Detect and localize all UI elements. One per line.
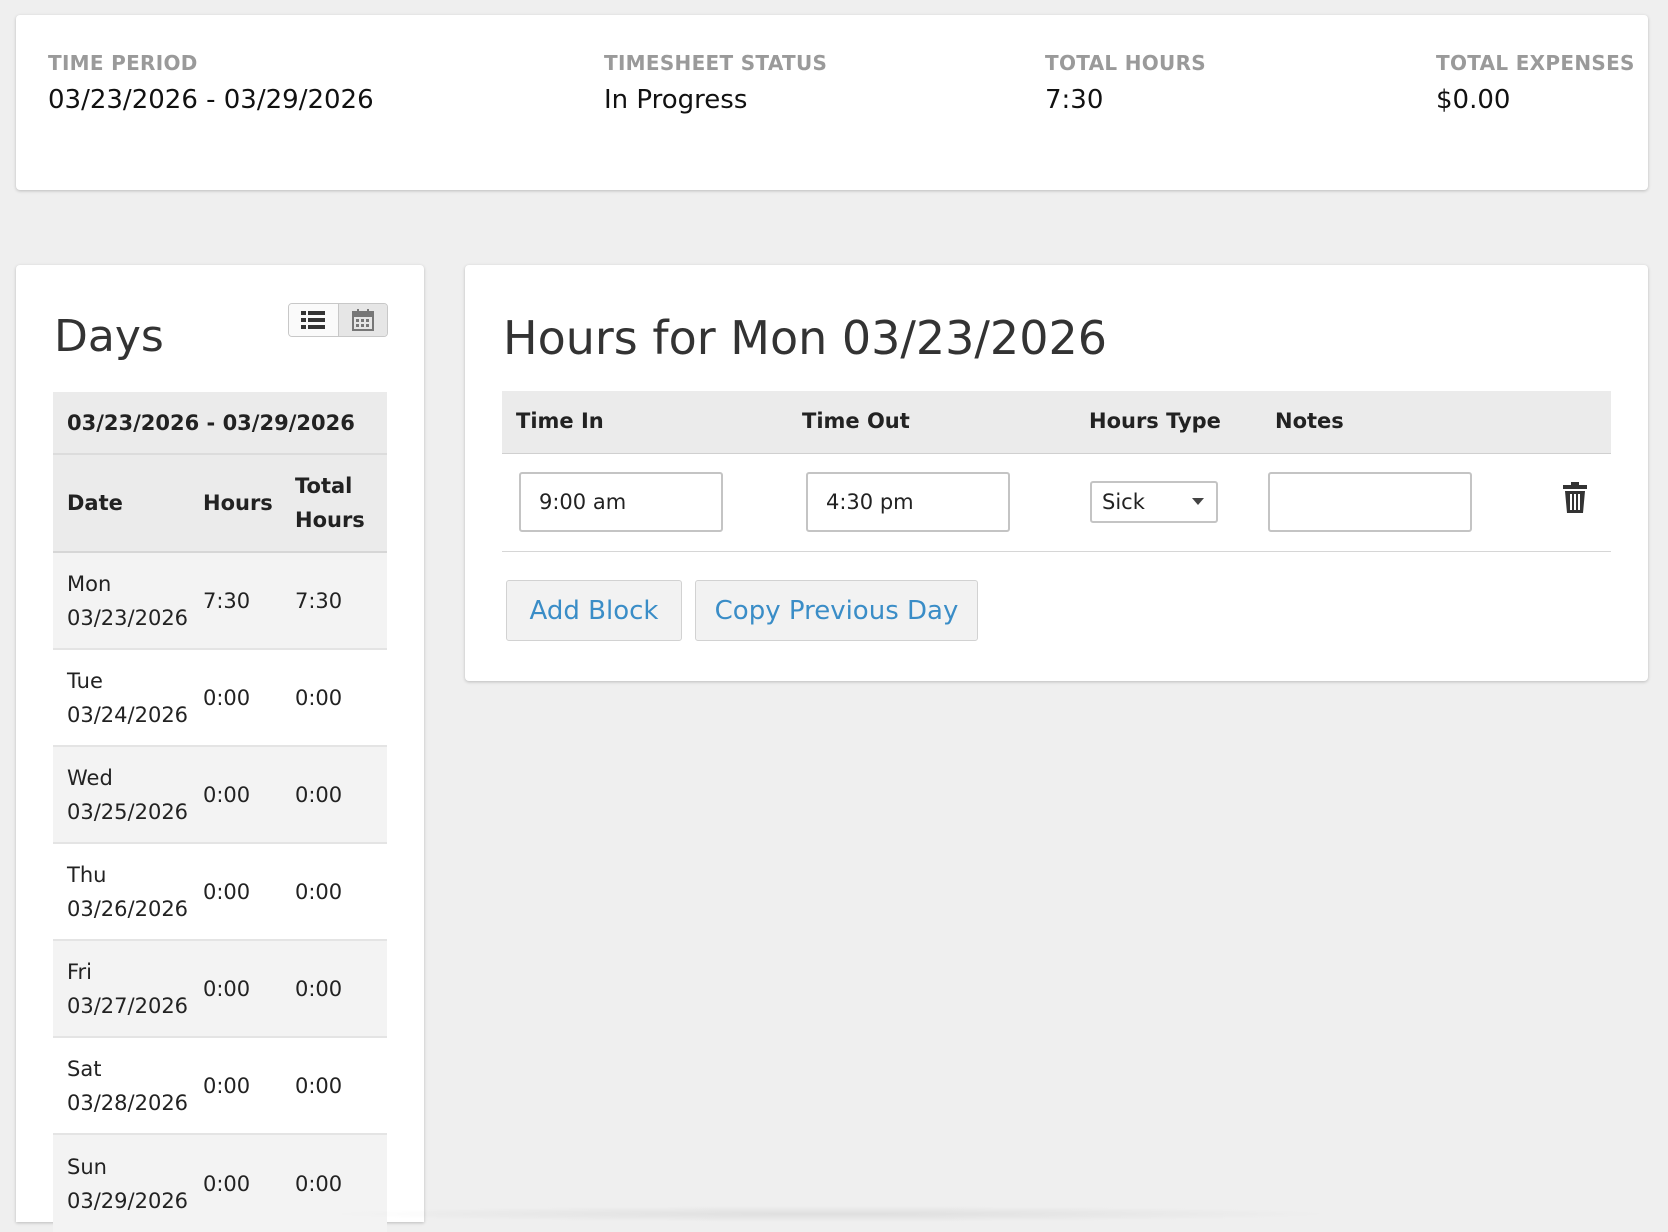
day-row-wed[interactable]: Wed 03/25/2026 0:00 0:00 bbox=[53, 747, 387, 844]
add-block-button[interactable]: Add Block bbox=[506, 580, 682, 641]
day-total-hours: 0:00 bbox=[295, 976, 343, 1001]
scroll-shadow bbox=[320, 1206, 1340, 1222]
calendar-view-button[interactable] bbox=[337, 304, 387, 336]
total-expenses-value: $0.00 bbox=[1436, 85, 1511, 115]
hours-column-header: Hours bbox=[203, 491, 273, 515]
day-date: 03/24/2026 bbox=[67, 702, 189, 727]
timesheet-summary-card: TIME PERIOD 03/23/2026 - 03/29/2026 TIME… bbox=[16, 15, 1648, 190]
day-name: Mon bbox=[67, 571, 112, 596]
time-period-label: TIME PERIOD bbox=[48, 51, 198, 75]
day-hours: 0:00 bbox=[203, 1073, 251, 1098]
day-hours: 7:30 bbox=[203, 588, 251, 613]
time-in-header: Time In bbox=[516, 409, 604, 433]
total-hours-column-header: Total Hours bbox=[295, 469, 387, 537]
day-total-hours: 0:00 bbox=[295, 782, 343, 807]
hours-title: Hours for Mon 03/23/2026 bbox=[503, 311, 1107, 365]
caret-down-icon bbox=[1192, 498, 1204, 505]
day-date: 03/28/2026 bbox=[67, 1090, 189, 1115]
day-name: Wed bbox=[67, 765, 113, 790]
day-name: Fri bbox=[67, 959, 93, 984]
hours-table-header: Time In Time Out Hours Type Notes bbox=[502, 391, 1611, 454]
time-period-value: 03/23/2026 - 03/29/2026 bbox=[48, 85, 374, 115]
day-total-hours: 7:30 bbox=[295, 588, 343, 613]
time-block-row: Sick bbox=[502, 454, 1611, 552]
day-date-cell: Wed 03/25/2026 bbox=[53, 761, 203, 829]
hours-type-select[interactable]: Sick bbox=[1090, 481, 1218, 523]
day-total-hours: 0:00 bbox=[295, 1171, 343, 1196]
days-title: Days bbox=[54, 311, 164, 362]
view-toggle bbox=[288, 303, 388, 337]
copy-previous-day-button[interactable]: Copy Previous Day bbox=[695, 580, 978, 641]
day-hours: 0:00 bbox=[203, 685, 251, 710]
day-row-mon[interactable]: Mon 03/23/2026 7:30 7:30 bbox=[53, 553, 387, 650]
day-date: 03/29/2026 bbox=[67, 1188, 189, 1213]
day-hours: 0:00 bbox=[203, 879, 251, 904]
day-hours: 0:00 bbox=[203, 976, 251, 1001]
total-hours-stat: TOTAL HOURS 7:30 bbox=[1045, 51, 1206, 115]
days-table: 03/23/2026 - 03/29/2026 Date Hours Total… bbox=[53, 392, 387, 1232]
day-date-cell: Mon 03/23/2026 bbox=[53, 567, 203, 635]
day-row-tue[interactable]: Tue 03/24/2026 0:00 0:00 bbox=[53, 650, 387, 747]
day-date-cell: Thu 03/26/2026 bbox=[53, 858, 203, 926]
days-range-header: 03/23/2026 - 03/29/2026 bbox=[53, 392, 387, 455]
list-view-button[interactable] bbox=[289, 304, 338, 336]
notes-input[interactable] bbox=[1268, 472, 1472, 532]
calendar-icon bbox=[351, 309, 374, 331]
time-out-header: Time Out bbox=[802, 409, 910, 433]
day-date-cell: Tue 03/24/2026 bbox=[53, 664, 203, 732]
total-expenses-label: TOTAL EXPENSES bbox=[1436, 51, 1635, 75]
day-date: 03/23/2026 bbox=[67, 605, 189, 630]
timesheet-status-value: In Progress bbox=[604, 85, 748, 115]
days-column-headers: Date Hours Total Hours bbox=[53, 455, 387, 553]
day-name: Sun bbox=[67, 1154, 107, 1179]
day-name: Tue bbox=[67, 668, 103, 693]
timesheet-status-stat: TIMESHEET STATUS In Progress bbox=[604, 51, 827, 115]
day-total-hours: 0:00 bbox=[295, 879, 343, 904]
time-out-input[interactable] bbox=[806, 472, 1010, 532]
hours-type-value: Sick bbox=[1102, 490, 1145, 514]
day-date-cell: Sat 03/28/2026 bbox=[53, 1052, 203, 1120]
day-date-cell: Fri 03/27/2026 bbox=[53, 955, 203, 1023]
hours-card: Hours for Mon 03/23/2026 Time In Time Ou… bbox=[465, 265, 1648, 681]
day-date: 03/26/2026 bbox=[67, 896, 189, 921]
day-hours: 0:00 bbox=[203, 1171, 251, 1196]
total-hours-header-line1: Total bbox=[295, 474, 353, 498]
date-column-header: Date bbox=[67, 491, 123, 515]
day-date-cell: Sun 03/29/2026 bbox=[53, 1150, 203, 1218]
day-name: Sat bbox=[67, 1056, 102, 1081]
days-card: Days 03/23/2026 - 03/29/2026 Date Hours … bbox=[16, 265, 424, 1232]
list-icon bbox=[301, 311, 326, 329]
day-name: Thu bbox=[67, 862, 107, 887]
day-row-thu[interactable]: Thu 03/26/2026 0:00 0:00 bbox=[53, 844, 387, 941]
hours-type-header: Hours Type bbox=[1089, 409, 1221, 433]
day-row-fri[interactable]: Fri 03/27/2026 0:00 0:00 bbox=[53, 941, 387, 1038]
day-date: 03/27/2026 bbox=[67, 993, 189, 1018]
time-period-stat: TIME PERIOD 03/23/2026 - 03/29/2026 bbox=[48, 51, 374, 115]
notes-header: Notes bbox=[1275, 409, 1344, 433]
time-in-input[interactable] bbox=[519, 472, 723, 532]
day-total-hours: 0:00 bbox=[295, 685, 343, 710]
total-hours-header-line2: Hours bbox=[295, 508, 365, 532]
total-expenses-stat: TOTAL EXPENSES $0.00 bbox=[1436, 51, 1635, 115]
day-date: 03/25/2026 bbox=[67, 799, 189, 824]
day-total-hours: 0:00 bbox=[295, 1073, 343, 1098]
trash-icon[interactable] bbox=[1562, 482, 1588, 514]
day-hours: 0:00 bbox=[203, 782, 251, 807]
total-hours-value: 7:30 bbox=[1045, 85, 1104, 115]
day-row-sat[interactable]: Sat 03/28/2026 0:00 0:00 bbox=[53, 1038, 387, 1135]
total-hours-label: TOTAL HOURS bbox=[1045, 51, 1207, 75]
timesheet-status-label: TIMESHEET STATUS bbox=[604, 51, 828, 75]
